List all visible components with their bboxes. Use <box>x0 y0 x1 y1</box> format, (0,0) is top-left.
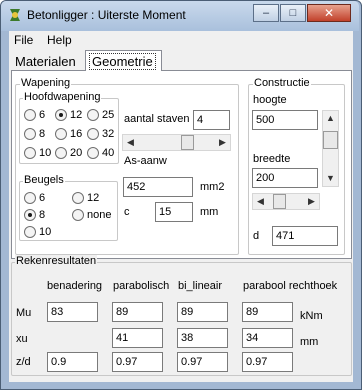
breedte-input[interactable]: 200 <box>252 168 318 188</box>
radio-selected-dot <box>59 113 63 117</box>
radio-circle <box>24 128 36 140</box>
row-label-mu: Mu <box>16 307 32 319</box>
radio-label: 12 <box>87 192 100 204</box>
aantal-staven-input[interactable]: 4 <box>193 110 230 130</box>
result-cell: 0.97 <box>177 352 228 372</box>
maximize-button[interactable]: □ <box>280 4 306 22</box>
result-cell: 89 <box>112 302 163 322</box>
rekenresultaten-title: Rekenresultaten <box>15 255 98 267</box>
hoogte-scrollbar[interactable]: ▲ ▼ <box>322 110 339 187</box>
radio-label: 6 <box>39 109 46 121</box>
aantal-staven-label: aantal staven <box>124 113 190 125</box>
mu-unit: kNm <box>300 310 323 322</box>
result-cell: 41 <box>112 328 163 348</box>
as-aanw-field: 452 <box>123 177 193 197</box>
result-cell: 89 <box>242 302 293 322</box>
radio-label: 40 <box>102 147 115 159</box>
c-label: c <box>124 206 130 218</box>
menu-help[interactable]: Help <box>47 33 72 47</box>
minimize-button[interactable]: – <box>253 4 279 22</box>
radio-label: 10 <box>39 226 52 238</box>
radio-label: 8 <box>39 209 46 221</box>
scroll-right-icon[interactable]: ▶ <box>304 194 319 209</box>
radio-label: 6 <box>39 192 46 204</box>
breedte-scrollbar[interactable]: ◀ ▶ <box>252 193 320 210</box>
result-cell: 89 <box>177 302 228 322</box>
constructie-title: Constructie <box>253 77 311 89</box>
c-input[interactable]: 15 <box>155 202 193 222</box>
radio-circle <box>72 209 84 221</box>
scroll-up-icon[interactable]: ▲ <box>323 111 338 126</box>
radio-label: none <box>87 209 112 221</box>
radio-circle <box>24 209 36 221</box>
result-cell: 34 <box>242 328 293 348</box>
title-bar[interactable]: Betonligger : Uiterste Moment – □ ✕ <box>1 1 359 31</box>
radio-circle <box>55 109 67 121</box>
beugels-title: Beugels <box>23 174 65 186</box>
radio-circle <box>24 109 36 121</box>
scroll-right-icon[interactable]: ▶ <box>215 135 230 150</box>
wapening-title: Wapening <box>20 77 72 89</box>
menu-bar: File Help <box>9 31 353 49</box>
close-button[interactable]: ✕ <box>307 4 351 22</box>
result-cell: 38 <box>177 328 228 348</box>
col-header-parabolisch: parabolisch <box>113 280 170 292</box>
radio-circle <box>87 109 99 121</box>
radio-circle <box>72 192 84 204</box>
radio-label: 32 <box>102 128 115 140</box>
tab-materialen[interactable]: Materialen <box>15 54 76 69</box>
scroll-left-icon[interactable]: ◀ <box>253 194 268 209</box>
radio-label: 12 <box>70 109 83 121</box>
xu-unit: mm <box>300 336 319 348</box>
radio-circle <box>24 192 36 204</box>
radio-selected-dot <box>28 213 32 217</box>
radio-label: 8 <box>39 128 46 140</box>
minimize-icon: – <box>262 7 270 19</box>
radio-label: 20 <box>70 147 83 159</box>
maximize-icon: □ <box>289 7 297 19</box>
radio-label: 16 <box>70 128 83 140</box>
app-icon <box>10 9 20 21</box>
menu-file[interactable]: File <box>14 33 33 47</box>
d-field: 471 <box>272 226 338 246</box>
scroll-thumb[interactable] <box>323 131 338 149</box>
hoogte-label: hoogte <box>253 94 287 106</box>
result-cell: 83 <box>47 302 98 322</box>
as-aanw-label: As-aanw <box>124 155 167 167</box>
tab-geometrie-label: Geometrie <box>89 53 156 70</box>
tab-geometrie[interactable]: Geometrie <box>85 50 162 71</box>
c-unit: mm <box>200 206 219 218</box>
as-aanw-unit: mm2 <box>200 181 225 193</box>
scroll-thumb[interactable] <box>181 135 194 150</box>
radio-label: 25 <box>102 109 115 121</box>
result-cell: 0.9 <box>47 352 98 372</box>
scroll-left-icon[interactable]: ◀ <box>123 135 138 150</box>
radio-circle <box>87 147 99 159</box>
radio-circle <box>24 226 36 238</box>
radio-circle <box>55 128 67 140</box>
result-cell: 0.97 <box>242 352 293 372</box>
row-label-zd: z/d <box>16 356 31 368</box>
hoofdwapening-title: Hoofdwapening <box>23 91 102 103</box>
d-label: d <box>253 230 260 242</box>
close-icon: ✕ <box>323 6 335 20</box>
scroll-thumb[interactable] <box>273 194 286 209</box>
hoogte-input[interactable]: 500 <box>252 110 318 130</box>
col-header-parabool-rechthoek: parabool rechthoek <box>243 280 338 292</box>
col-header-bi-lineair: bi_lineair <box>178 280 223 292</box>
radio-label: 10 <box>39 147 52 159</box>
radio-circle <box>87 128 99 140</box>
aantal-staven-scrollbar[interactable]: ◀ ▶ <box>122 134 231 151</box>
breedte-label: breedte <box>253 153 291 165</box>
col-header-benadering: benadering <box>47 280 103 292</box>
result-cell: 0.97 <box>112 352 163 372</box>
scroll-down-icon[interactable]: ▼ <box>323 171 338 186</box>
radio-circle <box>24 147 36 159</box>
row-label-xu: xu <box>16 333 28 345</box>
radio-circle <box>55 147 67 159</box>
window-title: Betonligger : Uiterste Moment <box>27 8 186 22</box>
